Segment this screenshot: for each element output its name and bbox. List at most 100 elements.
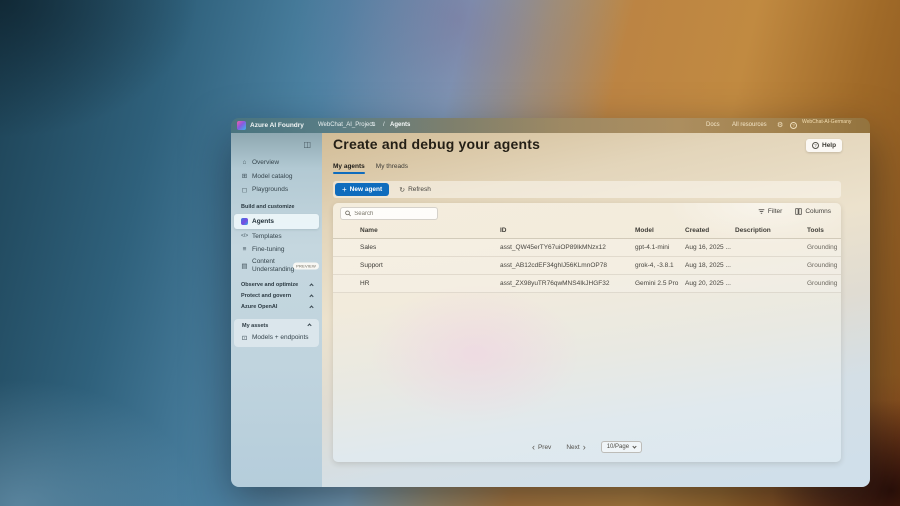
column-header-name[interactable]: Name: [360, 227, 500, 234]
column-header-id[interactable]: ID: [500, 227, 635, 234]
docs-link[interactable]: Docs: [706, 118, 720, 133]
account-label[interactable]: WebChat-AI-Germany: [802, 119, 851, 125]
sidebar-item-overview[interactable]: ⌂ Overview: [231, 156, 322, 170]
app-name: Azure AI Foundry: [250, 118, 304, 133]
cell-model: Gemini 2.5 Pro: [635, 280, 685, 287]
columns-icon: [795, 208, 802, 215]
azure-ai-foundry-window: Azure AI Foundry WebChat_AI_Project ⇅ / …: [231, 118, 870, 487]
sidebar-item-label: Agents: [252, 218, 274, 225]
sidebar-item-label: Model catalog: [252, 173, 292, 180]
breadcrumb-separator: /: [383, 118, 385, 133]
main-content: Create and debug your agents ? Help My a…: [322, 133, 870, 487]
sidebar-item-fine-tuning[interactable]: ≡ Fine-tuning: [231, 243, 322, 257]
columns-button[interactable]: Columns: [795, 208, 831, 215]
plus-icon: +: [342, 186, 347, 194]
cell-created: Aug 16, 2025 ...: [685, 244, 735, 251]
content-understanding-icon: ▤: [241, 262, 248, 270]
sidebar-item-playgrounds[interactable]: ◻ Playgrounds: [231, 183, 322, 197]
sidebar-item-label: Overview: [252, 159, 279, 166]
all-resources-link[interactable]: All resources: [732, 118, 767, 133]
cell-id: asst_QW45erTY67uiOP89IkMNzx12: [500, 244, 635, 251]
my-assets-title: My assets: [242, 323, 268, 329]
cell-model: grok-4, -3.8.1: [635, 262, 685, 269]
filter-button[interactable]: Filter: [758, 208, 782, 215]
chevron-up-icon: [309, 283, 313, 287]
section-label: Observe and optimize: [241, 282, 298, 288]
refresh-button[interactable]: ↻ Refresh: [399, 186, 431, 194]
collapse-sidebar-icon[interactable]: ◫: [303, 141, 311, 149]
preview-badge: PREVIEW: [293, 263, 319, 270]
sidebar-item-label: Fine-tuning: [252, 246, 285, 253]
section-label: Azure OpenAI: [241, 304, 277, 310]
agents-table-card: Filter Columns Name ID Model Created: [333, 203, 841, 462]
table-body: Sales asst_QW45erTY67uiOP89IkMNzx12 gpt-…: [333, 239, 841, 293]
my-assets-header[interactable]: My assets: [234, 323, 319, 329]
playgrounds-icon: ◻: [241, 186, 248, 194]
pagination: ‹ Prev Next › 10/Page: [333, 441, 841, 453]
sidebar-item-content-understanding[interactable]: ▤ Content Understanding PREVIEW: [231, 257, 322, 276]
filter-label: Filter: [768, 208, 782, 215]
help-button-label: Help: [822, 142, 836, 149]
column-header-tools[interactable]: Tools: [807, 227, 841, 234]
section-observe-and-optimize[interactable]: Observe and optimize: [231, 280, 322, 291]
cell-name: HR: [360, 280, 500, 287]
column-header-model[interactable]: Model: [635, 227, 685, 234]
breadcrumb-project[interactable]: WebChat_AI_Project: [318, 118, 374, 133]
chevron-right-icon: ›: [583, 443, 586, 452]
table-actions: Filter Columns: [758, 208, 831, 215]
table-row-sales[interactable]: Sales asst_QW45erTY67uiOP89IkMNzx12 gpt-…: [333, 239, 841, 257]
search-box[interactable]: [340, 207, 438, 220]
next-page-button[interactable]: Next ›: [566, 443, 585, 452]
sidebar-item-label: Models + endpoints: [252, 334, 309, 341]
chevron-up-icon: [309, 294, 313, 298]
help-button[interactable]: ? Help: [806, 139, 842, 152]
tab-my-threads[interactable]: My threads: [376, 163, 408, 174]
new-agent-label: New agent: [350, 186, 383, 193]
section-azure-openai[interactable]: Azure OpenAI: [231, 302, 322, 313]
sidebar-item-model-catalog[interactable]: ⊞ Model catalog: [231, 170, 322, 184]
next-label: Next: [566, 444, 579, 451]
columns-label: Columns: [805, 208, 831, 215]
filter-icon: [758, 208, 765, 215]
table-row-hr[interactable]: HR asst_ZX98yuTR76qwMNS4IkJHGF32 Gemini …: [333, 275, 841, 293]
prev-page-button[interactable]: ‹ Prev: [532, 443, 551, 452]
desktop-background: Azure AI Foundry WebChat_AI_Project ⇅ / …: [0, 0, 900, 506]
project-switcher-icon[interactable]: ⇅: [371, 118, 376, 133]
sidebar-item-label: Templates: [252, 233, 282, 240]
help-circle-icon[interactable]: ?: [790, 122, 797, 129]
search-input[interactable]: [354, 211, 433, 217]
refresh-icon: ↻: [399, 186, 405, 194]
chevron-left-icon: ‹: [532, 443, 535, 452]
refresh-label: Refresh: [408, 186, 431, 193]
templates-code-icon: </>: [241, 233, 248, 239]
sidebar-item-label: Playgrounds: [252, 186, 288, 193]
section-protect-and-govern[interactable]: Protect and govern: [231, 291, 322, 302]
cell-created: Aug 18, 2025 ...: [685, 262, 735, 269]
table-header-row: Name ID Model Created Description Tools: [333, 223, 841, 239]
cell-name: Sales: [360, 244, 500, 251]
sidebar-nav: ⌂ Overview ⊞ Model catalog ◻ Playgrounds…: [231, 156, 322, 347]
settings-gear-icon[interactable]: ⚙: [777, 118, 783, 133]
breadcrumb-page-agents: Agents: [390, 118, 410, 133]
sidebar-item-models-endpoints[interactable]: ⊡ Models + endpoints: [234, 334, 319, 342]
column-header-description[interactable]: Description: [735, 227, 807, 234]
sidebar: ◫ ⌂ Overview ⊞ Model catalog ◻ Playgroun…: [231, 133, 322, 487]
agents-icon: [241, 218, 248, 225]
chevron-down-icon: [632, 444, 636, 448]
sidebar-item-agents-active[interactable]: Agents: [234, 214, 319, 229]
column-header-created[interactable]: Created: [685, 227, 735, 234]
cell-model: gpt-4.1-mini: [635, 244, 685, 251]
section-build-and-customize: Build and customize: [231, 202, 322, 213]
new-agent-button[interactable]: + New agent: [335, 183, 389, 196]
models-endpoints-icon: ⊡: [241, 334, 248, 342]
prev-label: Prev: [538, 444, 551, 451]
section-label: Build and customize: [241, 204, 294, 210]
page-size-select[interactable]: 10/Page: [601, 441, 642, 453]
cell-id: asst_ZX98yuTR76qwMNS4IkJHGF32: [500, 280, 635, 287]
fine-tuning-icon: ≡: [241, 246, 248, 253]
tab-my-agents[interactable]: My agents: [333, 163, 365, 174]
sidebar-item-templates[interactable]: </> Templates: [231, 230, 322, 244]
table-row-support[interactable]: Support asst_AB12cdEF34ghIJ56KLmnOP78 gr…: [333, 257, 841, 275]
tab-bar: My agents My threads: [333, 163, 408, 174]
chevron-up-icon: [307, 323, 311, 327]
